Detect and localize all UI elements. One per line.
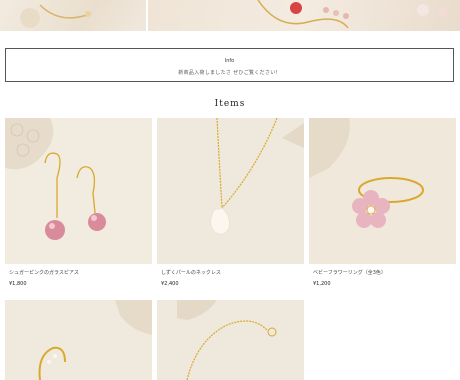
hero-left-art — [20, 4, 91, 28]
product-card[interactable] — [157, 300, 304, 380]
hero-image-right — [148, 0, 460, 31]
product-price: ¥2,400 — [161, 281, 179, 287]
bracelet-image — [157, 300, 304, 380]
product-name[interactable]: ベビーフラワーリング（全3色） — [313, 269, 386, 276]
product-image[interactable] — [309, 118, 456, 264]
product-card[interactable]: ベビーフラワーリング（全3色） ¥1,200 — [309, 118, 456, 287]
product-image[interactable] — [5, 118, 152, 264]
product-card[interactable] — [5, 300, 152, 380]
necklace-image — [157, 118, 304, 264]
product-image[interactable] — [157, 118, 304, 264]
hero-banner — [0, 0, 460, 31]
ear-cuff-image — [5, 300, 152, 380]
info-text: 新商品入荷しましたさ ぜひご覧ください！ — [178, 70, 281, 76]
items-heading: Items — [214, 99, 246, 109]
product-card[interactable]: シュガーピンクのガラスピアス ¥1,800 — [5, 118, 152, 287]
product-image[interactable] — [5, 300, 152, 380]
earrings-image — [5, 118, 152, 264]
product-image[interactable] — [157, 300, 304, 380]
hero-right-art — [257, 0, 448, 29]
product-name[interactable]: しずくパールのネックレス — [161, 269, 221, 276]
product-price: ¥1,200 — [313, 281, 331, 287]
ring-image — [309, 118, 456, 264]
product-name[interactable]: シュガーピンクのガラスピアス — [9, 269, 79, 276]
info-box: Info 新商品入荷しましたさ ぜひご覧ください！ — [5, 48, 454, 82]
hero-image-left — [0, 0, 146, 31]
info-title: Info — [224, 58, 235, 64]
product-card[interactable]: しずくパールのネックレス ¥2,400 — [157, 118, 304, 287]
product-price: ¥1,800 — [9, 281, 27, 287]
